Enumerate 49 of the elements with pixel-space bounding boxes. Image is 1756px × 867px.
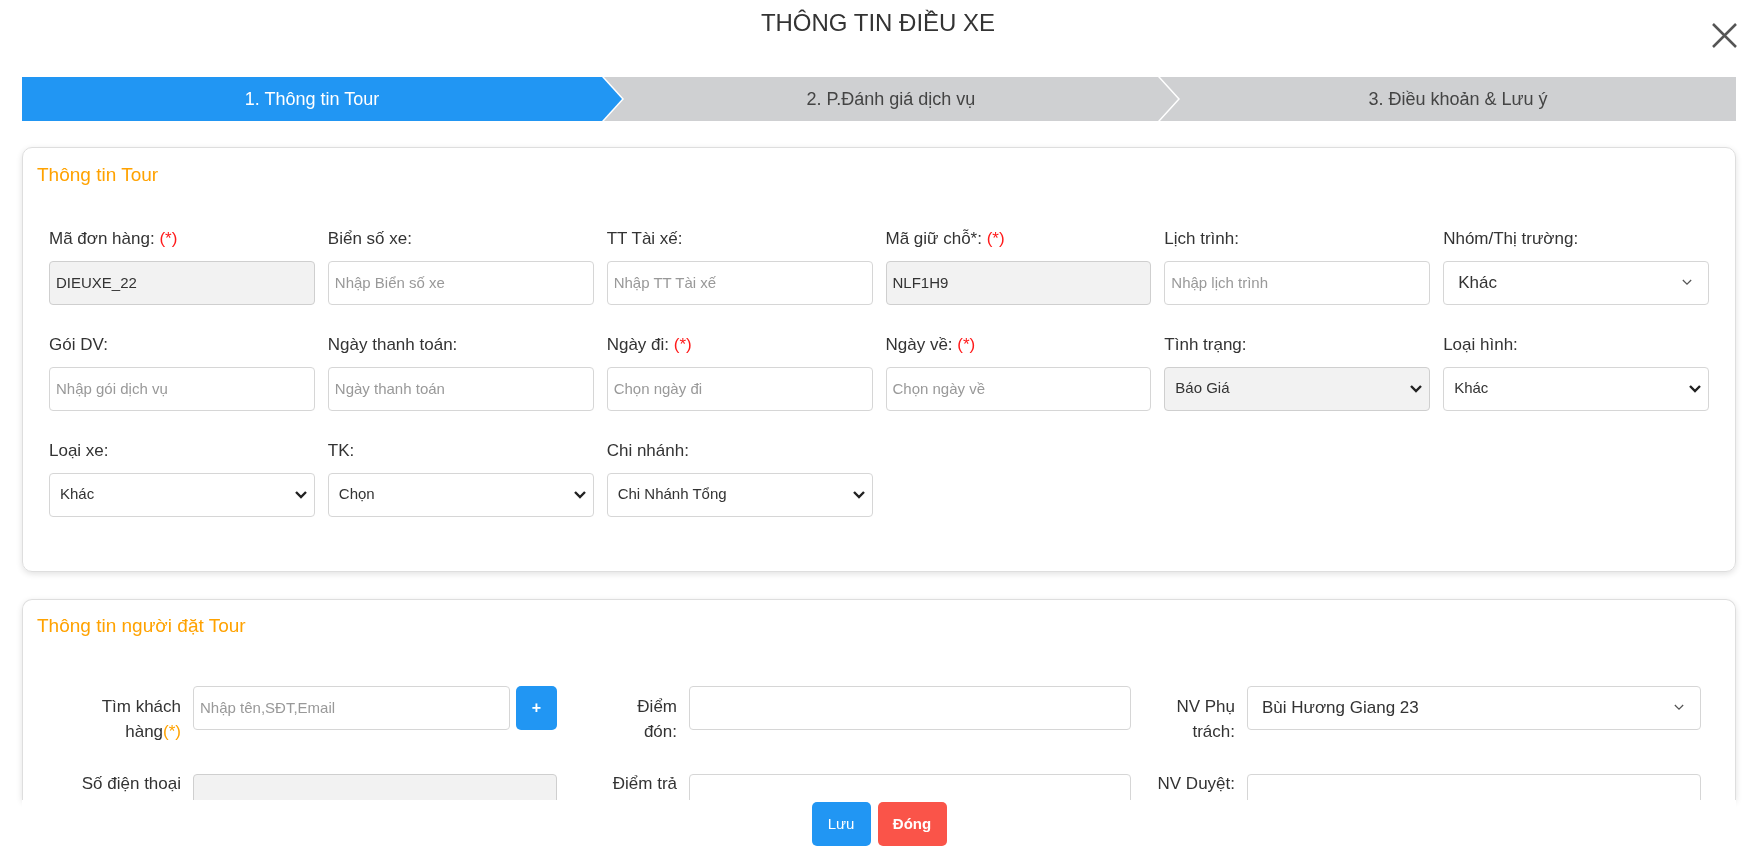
dropdown[interactable]: Khác bbox=[1443, 366, 1709, 411]
chevron-down-icon bbox=[1410, 384, 1423, 393]
field-label: NV Duyệt: bbox=[1156, 773, 1236, 794]
field-label: Điểm trả bbox=[611, 773, 678, 794]
step-tab[interactable]: 2. P.Đánh giá dịch vụ bbox=[604, 77, 1178, 121]
input-field[interactable]: Nhập Biển số xe bbox=[327, 260, 594, 305]
field-label: Mã đơn hàng: (*) bbox=[49, 227, 179, 250]
chevron-down-icon bbox=[852, 490, 865, 499]
input-field[interactable]: Chọn ngày đi bbox=[606, 366, 873, 411]
chevron-down-icon bbox=[1682, 279, 1692, 286]
section-title: Thông tin người đặt Tour bbox=[37, 615, 246, 636]
input-field[interactable]: Nhập lịch trình bbox=[1164, 260, 1431, 305]
dropdown[interactable]: Chi Nhánh Tổng bbox=[606, 472, 873, 517]
section-title: Thông tin Tour bbox=[37, 164, 159, 185]
field-label: Mã giữ chỗ*: (*) bbox=[885, 227, 1006, 250]
field-label: TK: bbox=[327, 439, 356, 462]
field-label: Ngày đi: (*) bbox=[606, 333, 693, 356]
field-label: Tìm khách hàng(*) bbox=[100, 695, 182, 743]
step-tab[interactable]: 3. Điều khoản & Lưu ý bbox=[1160, 77, 1736, 121]
dropdown[interactable]: Bùi Hương Giang 23 bbox=[1247, 685, 1701, 730]
input-field[interactable] bbox=[689, 685, 1131, 730]
field-label: Tình trạng: bbox=[1164, 333, 1248, 356]
field-label: Gói DV: bbox=[49, 333, 109, 356]
chevron-down-icon bbox=[294, 490, 307, 499]
input-field[interactable]: Chọn ngày về bbox=[885, 366, 1152, 411]
field-label: NV Phụ trách: bbox=[1175, 695, 1236, 743]
field-label: Nhóm/Thị trường: bbox=[1443, 227, 1580, 250]
field-label: Ngày thanh toán: bbox=[327, 333, 459, 356]
chevron-down-icon bbox=[1689, 384, 1701, 393]
field-label: Chi nhánh: bbox=[606, 439, 690, 462]
input-field[interactable]: Nhập gói dịch vụ bbox=[49, 366, 315, 411]
input-field[interactable]: Nhập tên,SĐT,Email bbox=[193, 685, 510, 730]
field-label: Số điện thoại bbox=[80, 773, 182, 794]
input-field[interactable]: Nhập TT Tài xế bbox=[606, 260, 873, 305]
chevron-down-icon bbox=[1674, 704, 1684, 711]
field-label: TT Tài xế: bbox=[606, 227, 684, 250]
window-title: THÔNG TIN ĐIỀU XE bbox=[760, 8, 996, 38]
field-label: Loại xe: bbox=[49, 439, 110, 462]
dropdown[interactable]: Khác bbox=[1443, 260, 1709, 305]
chevron-down-icon bbox=[573, 490, 586, 499]
field-label: Lịch trình: bbox=[1164, 227, 1240, 250]
dropdown[interactable]: Khác bbox=[49, 472, 315, 517]
field-label: Biển số xe: bbox=[327, 227, 413, 250]
field-label: Loại hình: bbox=[1443, 333, 1519, 356]
dropdown[interactable]: Chọn bbox=[327, 472, 594, 517]
field-label: Ngày về: (*) bbox=[885, 333, 977, 356]
input-field[interactable]: Ngày thanh toán bbox=[327, 366, 594, 411]
field-label: Điểm đón: bbox=[636, 695, 678, 743]
close-icon[interactable] bbox=[1711, 22, 1738, 49]
